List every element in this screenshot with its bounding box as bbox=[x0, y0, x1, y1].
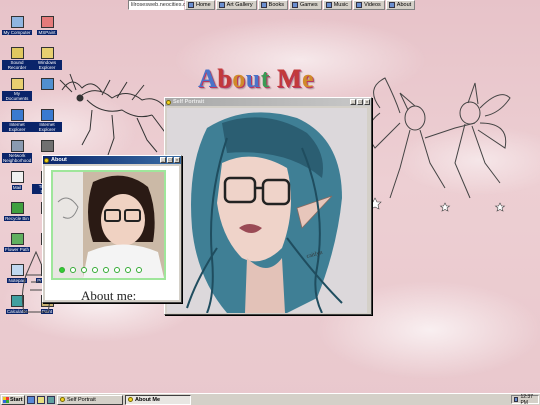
desktop-icon[interactable]: MSPaint bbox=[32, 16, 62, 36]
system-tray: 12:37 PM bbox=[511, 393, 539, 405]
desktop-icon-label: Sound Recorder bbox=[2, 60, 32, 70]
desktop-icon-label: Mail bbox=[11, 185, 23, 190]
profile-photo bbox=[51, 170, 166, 280]
smiley-icon bbox=[166, 99, 171, 105]
nav-books[interactable]: Books bbox=[257, 0, 288, 10]
slide-dot[interactable] bbox=[125, 267, 131, 273]
game-icon bbox=[291, 2, 298, 8]
taskbar-item-about-me[interactable]: About Me bbox=[125, 394, 191, 405]
desktop-icon-label: MSPaint bbox=[37, 30, 57, 35]
mail-icon bbox=[10, 171, 24, 183]
top-navigation: lilrosesweb.neocities.org Home Art Galle… bbox=[128, 0, 416, 11]
nav-about[interactable]: About bbox=[385, 0, 416, 10]
slide-dot[interactable] bbox=[92, 267, 98, 273]
start-button[interactable]: Start bbox=[1, 394, 25, 405]
about-icon bbox=[388, 2, 395, 8]
computer-icon bbox=[10, 16, 24, 28]
desktop-icon-label: Network Neighborhood bbox=[2, 153, 33, 163]
page-title: About Me bbox=[198, 64, 314, 93]
video-icon bbox=[356, 2, 363, 8]
maximize-button[interactable]: □ bbox=[357, 99, 363, 105]
flower-icon bbox=[10, 233, 24, 245]
desktop-icon-label: Internet Explorer bbox=[2, 122, 32, 132]
about-heading: About me: bbox=[81, 288, 137, 300]
slide-dot[interactable] bbox=[81, 267, 87, 273]
creature-drawing bbox=[59, 73, 171, 156]
recycle-icon bbox=[10, 202, 24, 214]
slide-dot[interactable] bbox=[103, 267, 109, 273]
nav-music[interactable]: Music bbox=[322, 0, 353, 10]
quicklaunch-desktop-icon[interactable] bbox=[47, 395, 55, 404]
art-icon bbox=[218, 2, 225, 8]
desktop-icon[interactable]: My Computer bbox=[2, 16, 32, 36]
paint-icon bbox=[40, 16, 54, 28]
smiley-icon bbox=[44, 157, 49, 163]
home-icon bbox=[188, 2, 194, 8]
clock: 12:37 PM bbox=[520, 393, 533, 405]
minimize-button[interactable]: _ bbox=[350, 99, 356, 105]
address-bar[interactable]: lilrosesweb.neocities.org bbox=[128, 0, 191, 10]
nav-art-gallery[interactable]: Art Gallery bbox=[215, 0, 257, 10]
slide-dot[interactable] bbox=[114, 267, 120, 273]
slide-dot[interactable] bbox=[136, 267, 142, 273]
desktop-icon[interactable]: Network Neighborhood bbox=[2, 140, 33, 164]
desktop-icon-label: My Documents bbox=[2, 91, 32, 101]
window-titlebar[interactable]: About _ □ × bbox=[43, 156, 181, 164]
self-portrait-window[interactable]: Self Portrait _ □ × caitlyn bbox=[164, 97, 372, 315]
nav-games[interactable]: Games bbox=[288, 0, 322, 10]
book-icon bbox=[260, 2, 267, 8]
window-title: About bbox=[51, 157, 67, 163]
about-window[interactable]: About _ □ × About me: bbox=[42, 155, 182, 303]
taskbar-item-self-portrait[interactable]: Self Portrait bbox=[57, 394, 123, 405]
window-title: Self Portrait bbox=[173, 99, 205, 105]
about-content: About me: bbox=[45, 166, 179, 300]
desktop-icon[interactable]: Internet Explorer bbox=[2, 109, 32, 133]
desktop-icon[interactable]: Mail bbox=[2, 171, 32, 191]
close-button[interactable]: × bbox=[364, 99, 370, 105]
maximize-button[interactable]: □ bbox=[167, 157, 173, 163]
desktop-icon-label: Recycle Bin bbox=[4, 216, 30, 221]
desktop-icon[interactable]: Recycle Bin bbox=[2, 202, 32, 222]
window-titlebar[interactable]: Self Portrait _ □ × bbox=[165, 98, 371, 106]
desktop-icon-label: My Computer bbox=[2, 30, 32, 35]
music-icon bbox=[325, 2, 332, 8]
quicklaunch-browser-icon[interactable] bbox=[27, 395, 35, 404]
network-icon bbox=[10, 140, 24, 152]
speaker-icon[interactable] bbox=[514, 397, 519, 402]
quicklaunch-mail-icon[interactable] bbox=[37, 395, 45, 404]
slide-dot[interactable] bbox=[70, 267, 76, 273]
browser-icon bbox=[10, 109, 24, 121]
desktop-icon-label: Windows Explorer bbox=[32, 60, 62, 70]
microphone-icon bbox=[10, 47, 24, 59]
slide-indicators bbox=[59, 267, 142, 273]
desktop-icon[interactable]: Sound Recorder bbox=[2, 47, 32, 71]
nav-home[interactable]: Home bbox=[185, 0, 215, 10]
documents-icon bbox=[10, 78, 24, 90]
nav-videos[interactable]: Videos bbox=[353, 0, 385, 10]
close-button[interactable]: × bbox=[174, 157, 180, 163]
fairies-drawing bbox=[368, 77, 511, 212]
smiley-icon bbox=[60, 397, 65, 402]
desktop-icon[interactable]: Windows Explorer bbox=[32, 47, 62, 71]
self-portrait-artwork: caitlyn bbox=[167, 108, 367, 313]
slide-dot[interactable] bbox=[59, 267, 65, 273]
desktop-icon[interactable]: My Documents bbox=[2, 78, 32, 102]
taskbar: Start Self Portrait About Me 12:37 PM bbox=[0, 393, 540, 405]
smiley-icon bbox=[128, 397, 133, 402]
folder-icon bbox=[40, 47, 54, 59]
minimize-button[interactable]: _ bbox=[160, 157, 166, 163]
windows-logo-icon bbox=[3, 396, 9, 403]
